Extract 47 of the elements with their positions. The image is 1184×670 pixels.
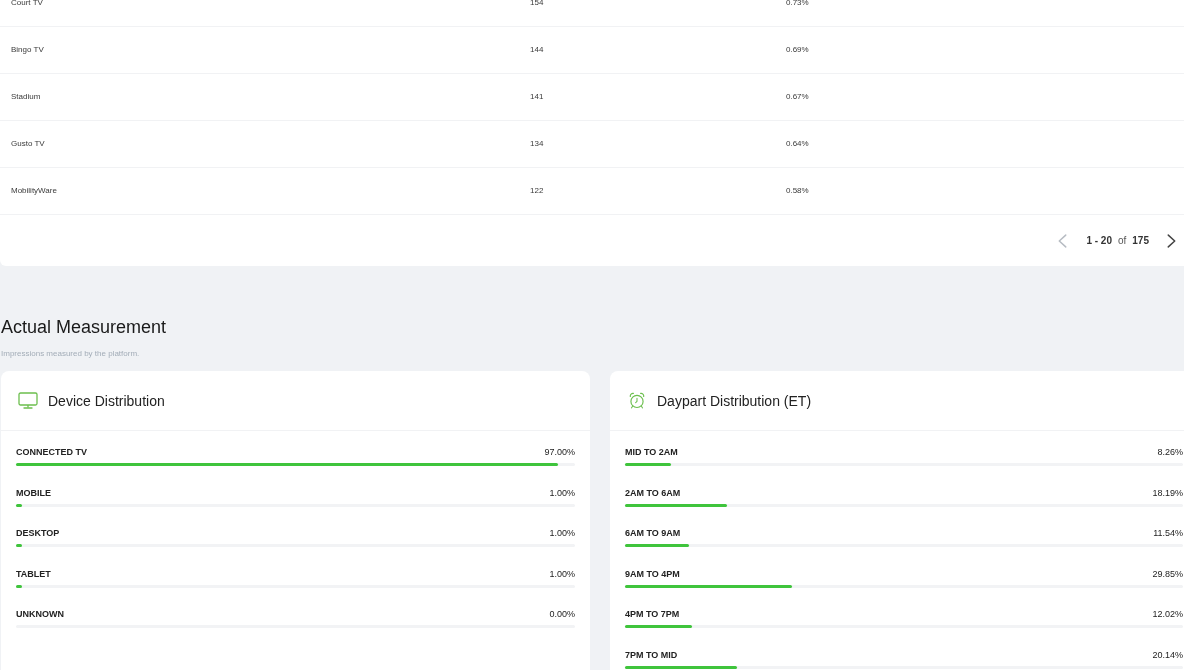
category-label: 6AM TO 9AM	[625, 527, 681, 539]
percent-value: 29.85%	[1152, 567, 1183, 580]
percent-value: 1.00%	[549, 486, 575, 499]
table-cell: 0.67%	[786, 92, 809, 102]
table-cell: 0.64%	[786, 139, 809, 149]
category-label: 2AM TO 6AM	[625, 486, 681, 499]
table-cell: Bingo TV	[11, 45, 44, 55]
category-label: TABLET	[16, 567, 51, 580]
category-label: CONNECTED TV	[16, 446, 87, 458]
percent-value: 1.00%	[549, 567, 575, 580]
category-label: MID TO 2AM	[625, 446, 678, 458]
table-cell: Stadium	[11, 92, 41, 102]
table-cell: 134	[530, 139, 544, 149]
alarm-clock-icon	[627, 392, 647, 409]
page-of-label: of	[1117, 235, 1127, 246]
category-label: DESKTOP	[16, 527, 60, 539]
page-total: 175	[1132, 235, 1149, 246]
percent-value: 18.19%	[1152, 486, 1183, 499]
card-title: Daypart Distribution (ET)	[657, 392, 812, 409]
table-cell: Court TV	[11, 0, 43, 8]
table-cell: MobilityWare	[11, 186, 57, 196]
percent-value: 8.26%	[1157, 446, 1183, 458]
monitor-icon	[18, 392, 38, 409]
next-page-button[interactable]	[1167, 233, 1176, 248]
category-label: UNKNOWN	[16, 608, 64, 620]
section-title: Actual Measurement	[1, 316, 167, 338]
section-subtitle: Impressions measured by the platform.	[1, 348, 140, 360]
percent-value: 20.14%	[1152, 648, 1183, 661]
percent-value: 0.00%	[549, 608, 575, 620]
percent-value: 97.00%	[544, 446, 575, 458]
table-cell: 144	[530, 45, 544, 55]
page-range: 1 - 20	[1086, 235, 1112, 246]
table-cell: 0.69%	[786, 45, 809, 55]
card-title: Device Distribution	[48, 392, 165, 409]
percent-value: 12.02%	[1152, 608, 1183, 620]
category-label: 7PM TO MID	[625, 648, 678, 661]
table-cell: 141	[530, 92, 544, 102]
category-label: 9AM TO 4PM	[625, 567, 680, 580]
category-label: MOBILE	[16, 486, 51, 499]
percent-value: 1.00%	[549, 527, 575, 539]
table-cell: 122	[530, 186, 544, 196]
category-label: 4PM TO 7PM	[625, 608, 680, 620]
percent-value: 11.54%	[1153, 527, 1183, 539]
table-cell: 0.58%	[786, 186, 809, 196]
table-cell: Gusto TV	[11, 139, 45, 149]
table-cell: 0.73%	[786, 0, 809, 8]
table-cell: 154	[530, 0, 544, 8]
